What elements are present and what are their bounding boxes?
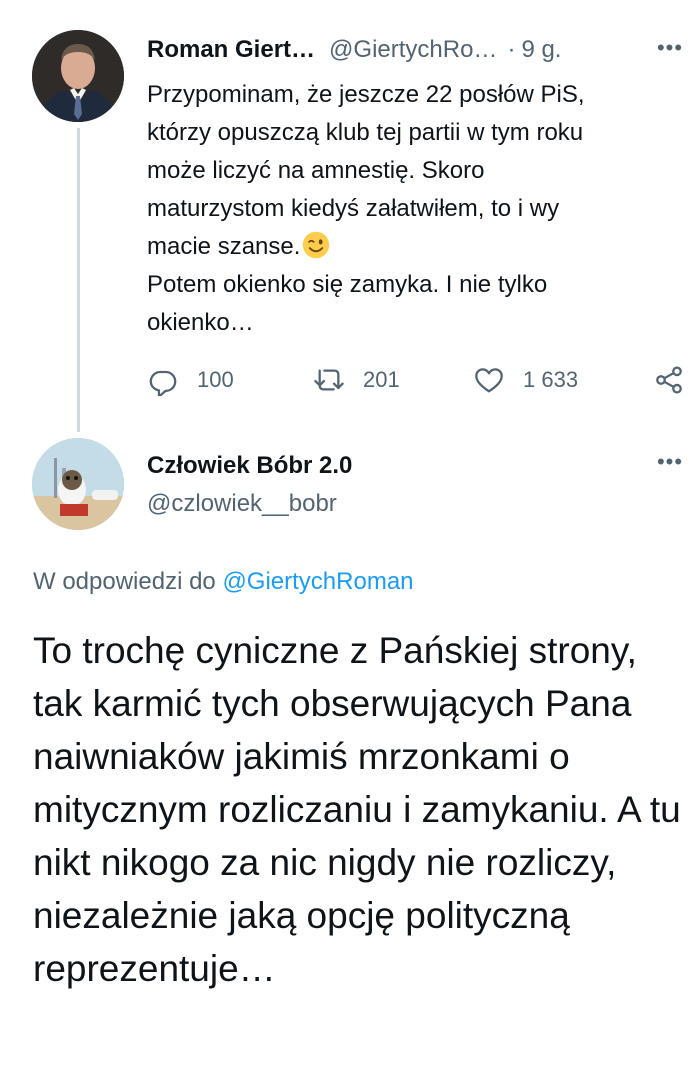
tweet1-text: Przypominam, że jeszcze 22 posłów PiS, k… bbox=[147, 76, 677, 342]
reply-context: W odpowiedzi do @GiertychRoman bbox=[33, 566, 414, 598]
reply-icon bbox=[149, 370, 177, 396]
more-options-icon[interactable]: ••• bbox=[650, 36, 690, 66]
like-button[interactable]: 1 633 bbox=[473, 360, 578, 400]
avatar-roman-giertych[interactable] bbox=[32, 30, 124, 122]
thread-line bbox=[77, 128, 80, 432]
reply-button[interactable]: 100 bbox=[147, 360, 234, 400]
retweet-count: 201 bbox=[363, 367, 400, 392]
tweet-text-line: macie szanse. bbox=[147, 228, 677, 266]
reply-count: 100 bbox=[197, 367, 234, 392]
tweet1-header: Roman Giert… @GiertychRo… · 9 g. bbox=[147, 33, 687, 67]
tweet2-text: To trochę cyniczne z Pańskiej strony, ta… bbox=[33, 630, 681, 989]
tweet-timestamp[interactable]: 9 g. bbox=[521, 36, 561, 63]
tweet-text-fragment: macie szanse. bbox=[147, 233, 301, 260]
share-button[interactable] bbox=[653, 360, 685, 400]
reply-prefix: W odpowiedzi do bbox=[33, 568, 216, 595]
retweet-button[interactable]: 201 bbox=[313, 360, 400, 400]
tweet-actions: 100 201 1 633 bbox=[147, 360, 692, 400]
avatar-czlowiek-bobr[interactable] bbox=[32, 438, 124, 530]
winking-face-emoji bbox=[303, 231, 330, 259]
tweet-text-line: okienko… bbox=[147, 309, 254, 336]
author-name[interactable]: Roman Giert… bbox=[147, 36, 315, 63]
share-icon bbox=[656, 366, 682, 394]
tweet-text-line: którzy opuszczą klub tej partii w tym ro… bbox=[147, 119, 584, 146]
like-count: 1 633 bbox=[523, 367, 579, 392]
tweet-text-line: może liczyć na amnestię. Skoro bbox=[147, 157, 485, 184]
separator-dot: · bbox=[507, 36, 516, 63]
author-handle[interactable]: @GiertychRo… bbox=[329, 36, 497, 63]
like-icon bbox=[475, 368, 503, 393]
more-options-icon[interactable]: ••• bbox=[650, 450, 690, 480]
tweet-text-line: Przypominam, że jeszcze 22 posłów PiS, bbox=[147, 81, 585, 108]
reply-to-handle-link[interactable]: @GiertychRoman bbox=[222, 568, 413, 595]
tweet-text-line: Potem okienko się zamyka. I nie tylko bbox=[147, 271, 548, 298]
author-name[interactable]: Człowiek Bóbr 2.0 bbox=[147, 450, 352, 482]
author-handle[interactable]: @czlowiek__bobr bbox=[147, 488, 337, 520]
retweet-icon bbox=[314, 369, 344, 391]
tweet-text-line: maturzystom kiedyś załatwiłem, to i wy bbox=[147, 195, 560, 222]
